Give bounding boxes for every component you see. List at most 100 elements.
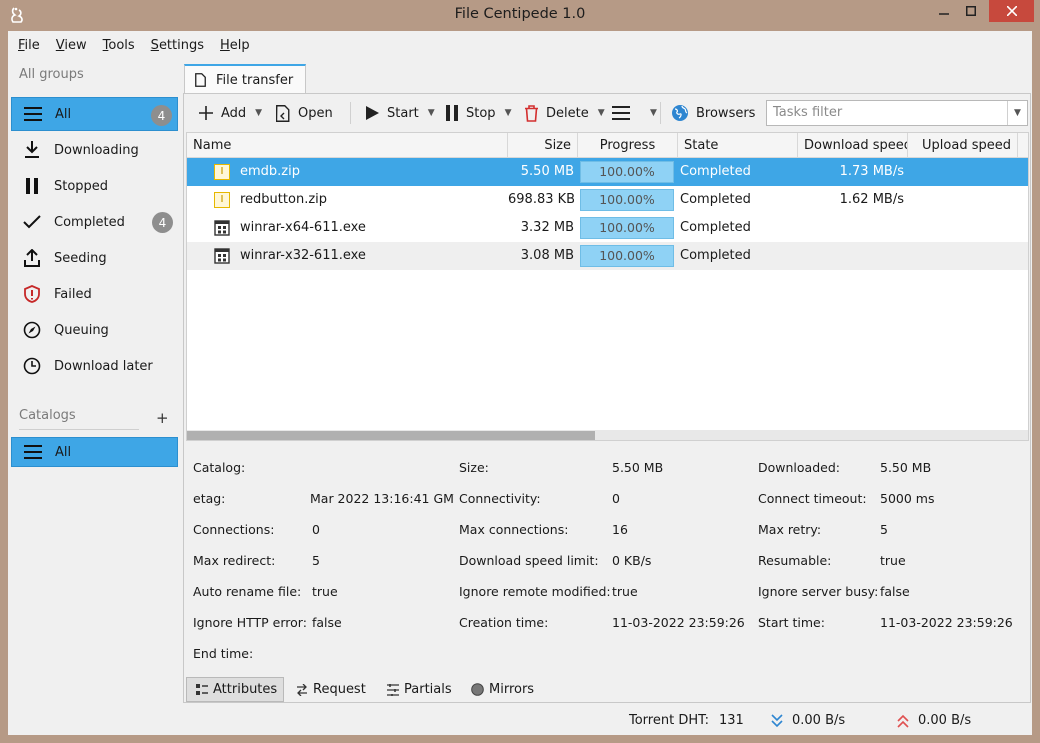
task-upload-speed [908, 186, 1014, 214]
download-icon [21, 140, 43, 160]
tab-file-transfer[interactable]: File transfer [184, 64, 306, 94]
attributes-panel: Catalog: etag: Mar 2022 13:16:41 GMT Con… [184, 449, 1030, 669]
horizontal-scrollbar[interactable] [187, 430, 1028, 440]
add-button[interactable]: Add ▼ [198, 100, 262, 126]
catalogs-divider [19, 429, 139, 430]
add-catalog-button[interactable]: + [156, 409, 169, 427]
tab-request[interactable]: Request [296, 677, 366, 702]
exe-file-icon [214, 220, 230, 236]
plus-icon [199, 106, 213, 120]
menu-view[interactable]: View [48, 38, 95, 53]
column-header-state[interactable]: State [678, 133, 798, 158]
sidebar-item-label: Downloading [54, 142, 139, 158]
attr-label: Connect timeout: [758, 491, 867, 506]
column-header-progress[interactable]: Progress [578, 133, 678, 158]
column-header-name[interactable]: Name [187, 133, 508, 158]
task-progress-bar: 100.00% [580, 189, 674, 211]
chevron-down-icon: ▼ [597, 108, 605, 118]
catalog-item-all[interactable]: All [11, 437, 178, 467]
sidebar-item-label: Seeding [54, 250, 107, 266]
menu-help[interactable]: Help [212, 38, 258, 53]
stop-button[interactable]: Stop ▼ [445, 100, 511, 126]
check-icon [21, 212, 43, 232]
chevron-down-icon[interactable]: ▼ [1007, 101, 1027, 125]
attr-label: End time: [193, 646, 254, 661]
toolbar-divider [350, 102, 351, 124]
task-upload-speed [908, 242, 1014, 270]
sidebar-item-label: Failed [54, 286, 92, 302]
trash-icon [525, 104, 538, 122]
menu-settings[interactable]: Settings [143, 38, 212, 53]
table-row[interactable]: winrar-x64-611.exe 3.32 MB 100.00% Compl… [187, 214, 1028, 242]
open-button[interactable]: Open [276, 100, 333, 126]
more-menu-button[interactable]: ▼ [612, 100, 657, 126]
delete-button[interactable]: Delete ▼ [524, 100, 605, 126]
close-button[interactable] [989, 0, 1034, 22]
chevron-down-icon: ▼ [427, 108, 435, 118]
task-progress-bar: 100.00% [580, 217, 674, 239]
tab-partials[interactable]: Partials [387, 677, 452, 702]
sidebar-item-seeding[interactable]: Seeding [11, 241, 178, 275]
exe-file-icon [214, 248, 230, 264]
hamburger-menu-icon [612, 106, 630, 120]
maximize-button[interactable] [957, 0, 984, 22]
pause-icon [21, 176, 43, 196]
count-badge: 4 [151, 105, 172, 126]
table-row[interactable]: winrar-x32-611.exe 3.08 MB 100.00% Compl… [187, 242, 1028, 270]
play-icon [366, 106, 379, 120]
dht-value: 131 [719, 713, 744, 728]
dht-label: Torrent DHT: [629, 713, 710, 728]
title-bar[interactable]: File Centipede 1.0 [0, 0, 1040, 31]
sidebar-item-failed[interactable]: Failed [11, 277, 178, 311]
task-state: Completed [680, 220, 751, 235]
browsers-button[interactable]: Browsers [671, 100, 755, 126]
attr-value: 5000 ms [880, 491, 935, 506]
column-header-size[interactable]: Size [508, 133, 578, 158]
menu-file[interactable]: File [10, 38, 48, 53]
count-badge: 4 [152, 212, 173, 233]
minimize-button[interactable] [930, 0, 957, 22]
table-row[interactable]: emdb.zip 5.50 MB 100.00% Completed 1.73 … [187, 158, 1028, 186]
scrollbar-thumb[interactable] [187, 431, 595, 440]
task-upload-speed [908, 214, 1014, 242]
sidebar-item-stopped[interactable]: Stopped [11, 169, 178, 203]
tab-mirrors[interactable]: Mirrors [471, 677, 534, 702]
sidebar: All groups All 4 Downloading Stopped Com… [8, 59, 184, 735]
start-button[interactable]: Start ▼ [365, 100, 435, 126]
app-window: File Centipede 1.0 File View Tools Setti… [0, 0, 1040, 743]
attr-value: 5.50 MB [880, 460, 932, 475]
task-name: redbutton.zip [240, 192, 328, 207]
table-row[interactable]: redbutton.zip 698.83 KB 100.00% Complete… [187, 186, 1028, 214]
sidebar-item-label: All [55, 106, 72, 122]
task-progress-bar: 100.00% [580, 161, 674, 183]
upload-speed-icon [897, 714, 909, 728]
menu-tools[interactable]: Tools [95, 38, 143, 53]
attr-label: Ignore HTTP error: [193, 615, 307, 630]
tab-request-label: Request [313, 682, 366, 697]
column-header-upload-speed[interactable]: Upload speed [908, 133, 1018, 158]
sidebar-item-downloading[interactable]: Downloading [11, 133, 178, 167]
shield-error-icon [21, 284, 43, 304]
attr-value: 11-03-2022 23:59:26 [880, 615, 1013, 630]
torrent-dht-status: Torrent DHT: 131 [629, 713, 744, 728]
task-download-speed: 1.62 MB/s [839, 192, 904, 207]
attr-label: Connections: [193, 522, 275, 537]
tasks-filter-input[interactable]: Tasks filter ▼ [766, 100, 1028, 126]
start-label: Start [387, 105, 419, 121]
task-download-speed [798, 242, 904, 270]
download-speed-icon [771, 713, 783, 727]
sidebar-item-download-later[interactable]: Download later [11, 349, 178, 383]
sidebar-item-label: Stopped [54, 178, 109, 194]
column-header-download-speed[interactable]: Download speed [798, 133, 908, 158]
task-upload-speed [908, 158, 1014, 186]
delete-label: Delete [546, 105, 589, 121]
tab-attributes[interactable]: Attributes [186, 677, 284, 702]
sidebar-item-completed[interactable]: Completed 4 [11, 205, 178, 239]
sidebar-item-all[interactable]: All 4 [11, 97, 178, 131]
attr-label: Start time: [758, 615, 825, 630]
sidebar-item-queuing[interactable]: Queuing [11, 313, 178, 347]
zip-file-icon [214, 164, 230, 180]
attr-label: Ignore server busy: [758, 584, 879, 599]
task-name: winrar-x64-611.exe [240, 220, 366, 235]
open-label: Open [298, 105, 333, 121]
